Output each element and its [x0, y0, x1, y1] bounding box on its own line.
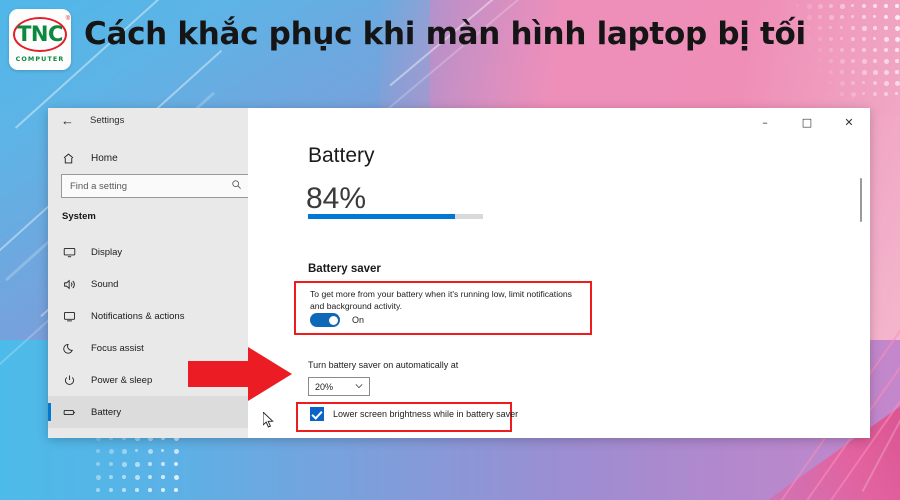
page-title: Battery — [308, 144, 375, 168]
threshold-dropdown[interactable]: 20% — [308, 377, 370, 396]
sidebar-item-home[interactable]: Home — [62, 152, 118, 165]
sidebar-group-title: System — [62, 211, 96, 222]
battery-percent: 84% — [306, 182, 366, 216]
sidebar-label: Power & sleep — [91, 375, 152, 386]
search-box[interactable] — [61, 174, 251, 198]
sidebar-item-sound[interactable]: Sound — [48, 268, 248, 300]
auto-threshold-label: Turn battery saver on automatically at — [308, 360, 458, 370]
screenshot-stage: TNC ® COMPUTER Cách khắc phục khi màn hì… — [0, 0, 900, 500]
mouse-cursor — [263, 412, 275, 428]
window-title: Settings — [90, 115, 124, 126]
sidebar-label: Sound — [91, 279, 118, 290]
monitor-icon — [62, 245, 76, 259]
red-arrow-pointer — [188, 345, 292, 403]
logo-ellipse: TNC ® — [13, 17, 67, 52]
minimize-button[interactable]: – — [744, 108, 786, 136]
battery-progress-track — [308, 214, 483, 219]
toggle-knob — [329, 316, 338, 325]
search-input[interactable] — [62, 180, 228, 193]
sidebar-item-notifications[interactable]: Notifications & actions — [48, 300, 248, 332]
sidebar-label: Notifications & actions — [91, 311, 184, 322]
home-icon — [62, 152, 75, 165]
sidebar-label: Battery — [91, 407, 121, 418]
sidebar-item-display[interactable]: Display — [48, 236, 248, 268]
vertical-scrollbar[interactable] — [860, 178, 863, 222]
power-icon — [62, 373, 76, 387]
tnc-logo: TNC ® COMPUTER — [9, 9, 71, 70]
notification-icon — [62, 309, 76, 323]
close-button[interactable]: ✕ — [828, 108, 870, 136]
sidebar-label: Focus assist — [91, 343, 144, 354]
back-button[interactable]: ← Settings — [61, 114, 124, 127]
maximize-button[interactable]: □ — [786, 108, 828, 136]
settings-window: ← Settings Home System — [48, 108, 870, 438]
battery-saver-toggle[interactable] — [310, 313, 340, 327]
window-controls: – □ ✕ — [248, 108, 870, 136]
lower-brightness-checkbox[interactable] — [310, 407, 324, 421]
battery-icon — [62, 405, 76, 419]
lower-brightness-label: Lower screen brightness while in battery… — [333, 409, 518, 419]
speaker-icon — [62, 277, 76, 291]
moon-icon — [62, 341, 76, 355]
logo-mark-text: TNC — [17, 24, 63, 45]
chevron-down-icon — [355, 383, 363, 391]
section-title-battery-saver: Battery saver — [308, 263, 381, 275]
back-arrow-icon: ← — [61, 114, 74, 127]
battery-progress-fill — [308, 214, 455, 219]
page-headline: Cách khắc phục khi màn hình laptop bị tố… — [84, 16, 806, 52]
battery-saver-toggle-row[interactable]: On — [310, 313, 364, 327]
storage-icon — [62, 437, 76, 438]
sidebar-item-storage[interactable]: Storage — [48, 428, 248, 438]
sidebar-home-label: Home — [91, 153, 118, 164]
threshold-value: 20% — [315, 382, 333, 392]
search-icon — [228, 179, 244, 193]
settings-main-pane: – □ ✕ Battery 84% Battery saver To get m… — [248, 108, 870, 438]
sidebar-nav: Display Sound Notifications & actions Fo… — [48, 236, 248, 438]
selection-indicator — [48, 403, 51, 421]
logo-registered-symbol: ® — [66, 16, 70, 22]
battery-saver-description: To get more from your battery when it's … — [310, 288, 578, 313]
logo-subtitle: COMPUTER — [16, 55, 65, 63]
toggle-state-label: On — [352, 315, 364, 325]
lower-brightness-row[interactable]: Lower screen brightness while in battery… — [310, 407, 518, 421]
sidebar-label: Display — [91, 247, 122, 258]
